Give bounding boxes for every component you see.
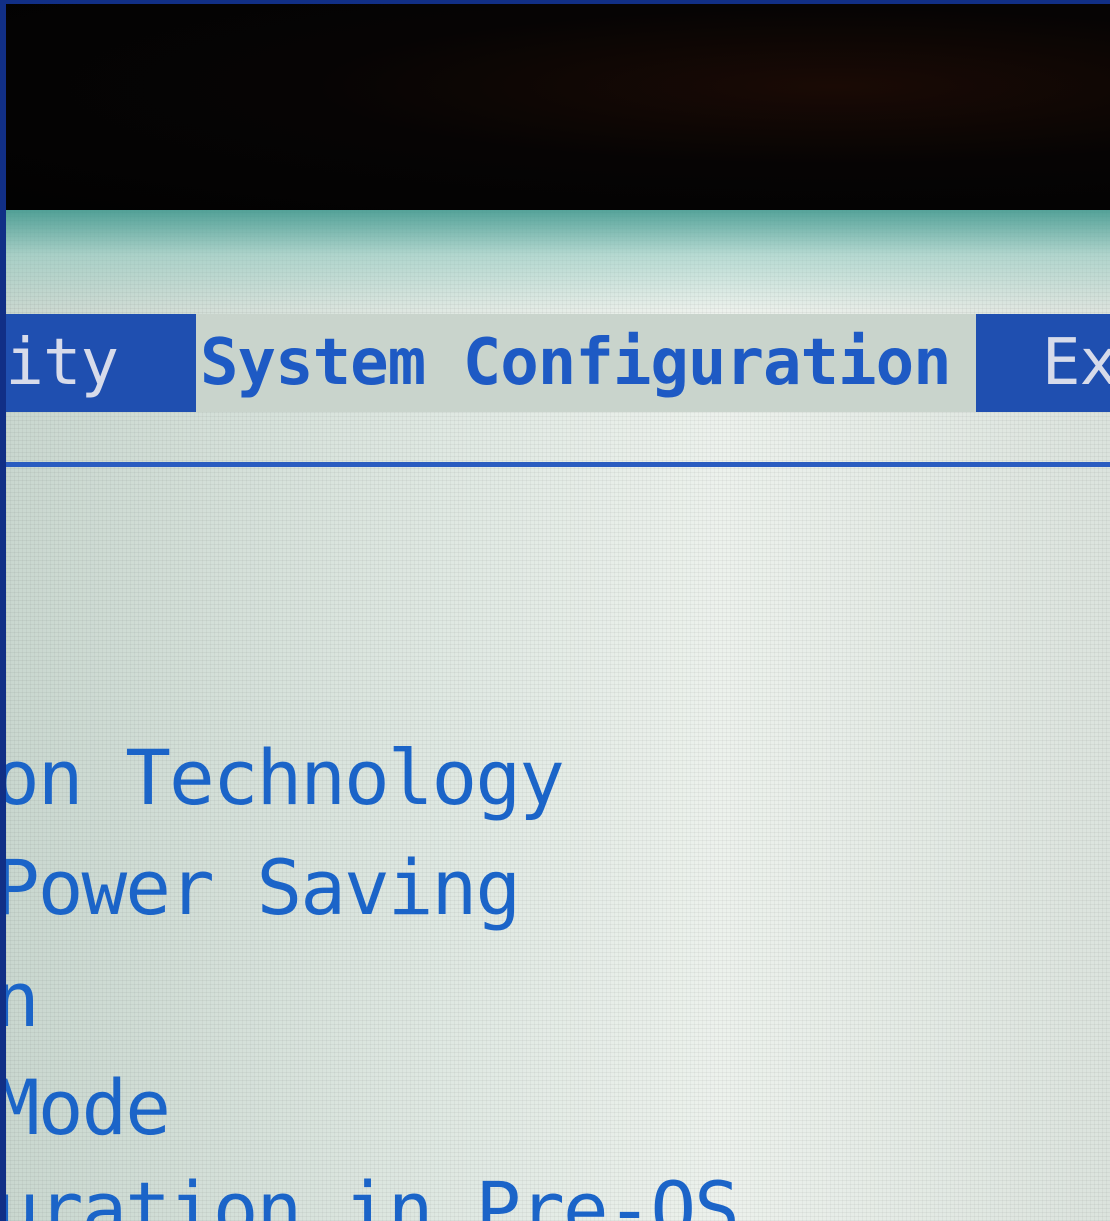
bios-menu-bar: ity System Configuration Ex [6, 314, 1110, 412]
tab-security-label: ity [6, 326, 119, 400]
tab-exit-label: Ex [1042, 326, 1110, 400]
tab-system-configuration[interactable]: System Configuration [196, 314, 976, 412]
panel-header-glow [6, 210, 1110, 310]
setting-item-technology[interactable]: on Technology [6, 730, 565, 826]
setting-item-pre-os-configuration[interactable]: uration in Pre-OS [6, 1162, 740, 1221]
tab-system-configuration-label: System Configuration [200, 326, 952, 400]
setting-item-power-saving[interactable]: Power Saving [6, 840, 521, 936]
bios-setup-panel: ity System Configuration Ex on Technolog… [6, 210, 1110, 1221]
screen-dark-area [6, 4, 1110, 210]
setting-item-label: n [6, 955, 40, 1044]
tab-security[interactable]: ity [6, 314, 196, 412]
setting-item-label: Power Saving [6, 843, 521, 932]
setting-item-label: Mode [6, 1063, 171, 1152]
photo-frame: ity System Configuration Ex on Technolog… [0, 0, 1110, 1221]
monitor-screen: ity System Configuration Ex on Technolog… [6, 4, 1110, 1221]
setting-item-label: on Technology [6, 733, 565, 822]
setting-item-mode[interactable]: Mode [6, 1060, 171, 1156]
tab-exit[interactable]: Ex [976, 314, 1110, 412]
menu-separator-line [6, 462, 1110, 467]
setting-item-partial[interactable]: n [6, 952, 40, 1048]
setting-item-label: uration in Pre-OS [6, 1165, 740, 1221]
